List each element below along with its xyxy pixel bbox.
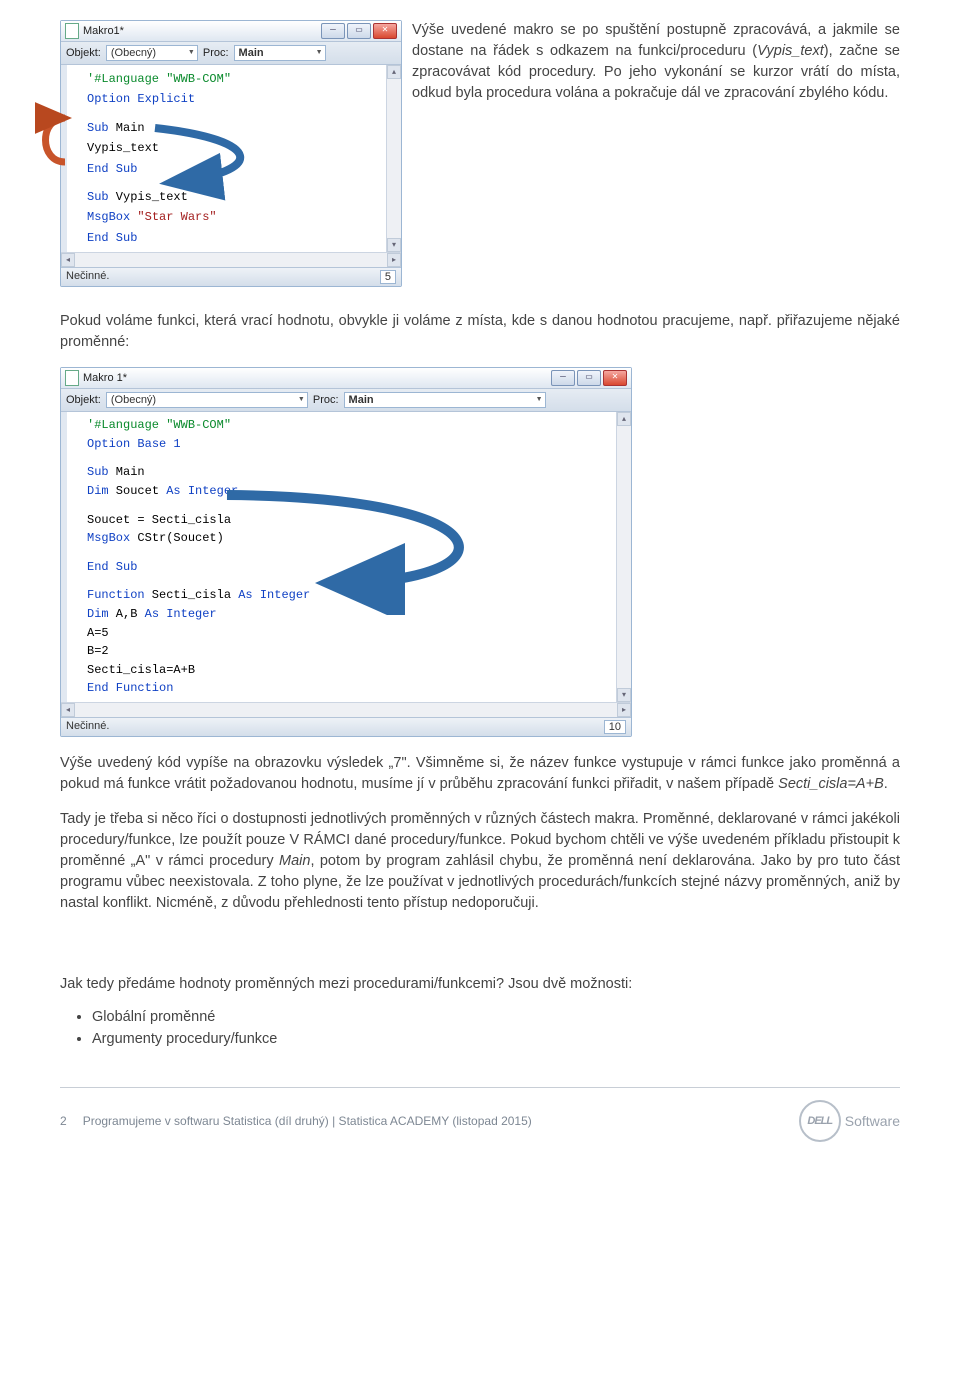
titlebar: Makro 1* ─ ▭ ✕ [61,368,631,389]
code-screenshot-2: Makro 1* ─ ▭ ✕ Objekt: (Obecný) Proc: Ma… [60,367,632,737]
status-text: Nečinné. [66,270,109,284]
statusbar: Nečinné. 10 [61,717,631,736]
footer-text: Programujeme v softwaru Statistica (díl … [83,1114,532,1128]
maximize-button[interactable]: ▭ [347,23,371,39]
toolbar: Objekt: (Obecný) Proc: Main [61,389,631,412]
status-line-number: 10 [604,720,626,734]
code-area[interactable]: '#Language "WWB-COM" Option Explicit Sub… [61,65,401,252]
body-text: . [884,776,888,792]
list-item: Globální proměnné [92,1009,900,1025]
code-area[interactable]: '#Language "WWB-COM" Option Base 1 Sub M… [61,412,631,702]
objekt-dropdown[interactable]: (Obecný) [106,392,308,408]
body-text-italic: Main [279,853,310,869]
toolbar: Objekt: (Obecný) Proc: Main [61,42,401,65]
body-text-italic: Vypis_text [757,43,824,59]
window-title: Makro 1* [83,372,551,384]
maximize-button[interactable]: ▭ [577,370,601,386]
label-proc: Proc: [203,47,229,59]
horizontal-scrollbar[interactable]: ◂▸ [61,702,631,717]
body-text: Jak tedy předáme hodnoty proměnných mezi… [60,976,632,992]
body-text: Pokud voláme funkci, která vrací hodnotu… [60,313,900,350]
label-proc: Proc: [313,394,339,406]
bullet-list: Globální proměnné Argumenty procedury/fu… [92,1009,900,1047]
code-screenshot-1: Makro1* ─ ▭ ✕ Objekt: (Obecný) Proc: Mai… [60,20,402,287]
status-line-number: 5 [380,270,396,284]
body-text-italic: Secti_cisla=A+B [778,776,884,792]
software-label: Software [845,1113,900,1129]
divider [60,1087,900,1088]
horizontal-scrollbar[interactable]: ◂▸ [61,252,401,267]
dell-software-logo: DELL Software [799,1100,900,1142]
document-icon [65,23,79,39]
minimize-button[interactable]: ─ [551,370,575,386]
close-button[interactable]: ✕ [373,23,397,39]
proc-dropdown[interactable]: Main [234,45,326,61]
proc-dropdown[interactable]: Main [344,392,546,408]
minimize-button[interactable]: ─ [321,23,345,39]
status-text: Nečinné. [66,720,109,734]
vertical-scrollbar[interactable]: ▴▾ [616,412,631,702]
statusbar: Nečinné. 5 [61,267,401,286]
close-button[interactable]: ✕ [603,370,627,386]
page-number: 2 [60,1114,67,1128]
label-objekt: Objekt: [66,394,101,406]
document-icon [65,370,79,386]
list-item: Argumenty procedury/funkce [92,1031,900,1047]
dell-logo-icon: DELL [799,1100,841,1142]
label-objekt: Objekt: [66,47,101,59]
window-title: Makro1* [83,25,321,37]
titlebar: Makro1* ─ ▭ ✕ [61,21,401,42]
objekt-dropdown[interactable]: (Obecný) [106,45,198,61]
page-footer: 2 Programujeme v softwaru Statistica (dí… [60,1100,900,1142]
vertical-scrollbar[interactable]: ▴▾ [386,65,401,252]
body-text: Výše uvedený kód vypíše na obrazovku výs… [60,755,900,792]
